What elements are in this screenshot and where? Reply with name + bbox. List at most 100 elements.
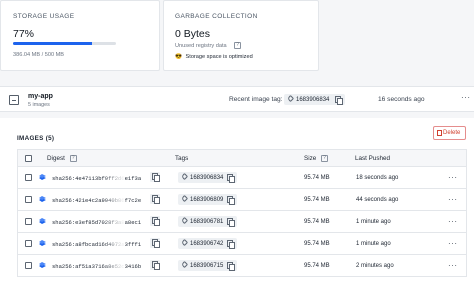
- row-more-options-icon[interactable]: ···: [448, 196, 458, 204]
- digest-fade: [103, 261, 125, 270]
- image-row[interactable]: sha256:af51a3716a8e52c3416b 1683906715 95.…: [17, 255, 467, 277]
- image-layers-icon: [39, 240, 46, 246]
- image-digest: sha256:4e47113bf9ff2d6e1f3a: [52, 175, 142, 182]
- copy-icon: [152, 239, 160, 248]
- copy-tag-icon[interactable]: [227, 240, 236, 249]
- recent-tag-label: Recent image tag:: [229, 96, 283, 103]
- garbage-status: Storage space is optimized: [185, 54, 253, 60]
- image-row[interactable]: sha256:a8fbcad16d4072a3fff1 1683906742 95.…: [17, 233, 467, 255]
- tag-icon: [180, 239, 189, 247]
- image-layers-icon: [39, 196, 46, 202]
- image-layers-icon: [39, 262, 46, 268]
- column-size-label: Size: [304, 155, 317, 163]
- image-tag-chip: 1683906742: [178, 238, 238, 249]
- size-help-icon[interactable]: ?: [321, 155, 328, 162]
- row-checkbox[interactable]: [25, 240, 32, 247]
- digest-fade: [103, 239, 125, 248]
- tag-icon: [286, 95, 295, 103]
- copy-digest-button[interactable]: [150, 172, 160, 182]
- storage-usage-label: STORAGE USAGE: [13, 13, 75, 20]
- image-tag-chip: 1683906781: [178, 216, 238, 227]
- digest-fade: [103, 217, 125, 226]
- image-digest: sha256:421e4c2a9940b86f7c2e: [52, 197, 142, 204]
- row-more-options-icon[interactable]: ···: [448, 240, 458, 248]
- image-tag: 1683906742: [190, 241, 224, 248]
- row-checkbox[interactable]: [25, 262, 32, 269]
- image-row[interactable]: sha256:e3ef85d7028f3a8a8ec1 1683906781 95.…: [17, 211, 467, 233]
- storage-progress-fill: [13, 42, 93, 45]
- help-icon[interactable]: ?: [234, 42, 242, 49]
- digest-help-icon[interactable]: ?: [69, 155, 77, 162]
- recent-tag-time: 16 seconds ago: [378, 96, 425, 103]
- column-digest: Digest ?: [47, 155, 77, 162]
- delete-button[interactable]: Delete: [433, 126, 466, 140]
- column-size: Size ?: [304, 155, 328, 162]
- image-tag: 1683906809: [190, 197, 224, 204]
- image-layers-icon: [39, 218, 46, 224]
- image-digest: sha256:a8fbcad16d4072a3fff1: [52, 241, 142, 248]
- copy-digest-button[interactable]: [150, 238, 160, 248]
- images-table-header: Digest ? Tags Size ? Last Pushed: [17, 149, 467, 167]
- copy-icon: [152, 195, 160, 204]
- image-digest: sha256:af51a3716a8e52c3416b: [52, 263, 142, 270]
- garbage-status-row: 😎 Storage space is optimized: [175, 54, 253, 60]
- select-all-checkbox[interactable]: [25, 155, 32, 162]
- repo-name[interactable]: my-app: [28, 93, 53, 100]
- storage-progress-bar: [13, 42, 116, 45]
- delete-label: Delete: [443, 130, 461, 136]
- garbage-collection-card: GARBAGE COLLECTION 0 Bytes Unused regist…: [163, 0, 319, 71]
- images-title: IMAGES (5): [17, 135, 55, 142]
- garbage-collection-label: GARBAGE COLLECTION: [175, 13, 258, 20]
- storage-usage-detail: 386.04 MB / 500 MB: [13, 52, 64, 58]
- image-last-pushed: 1 minute ago: [356, 241, 391, 247]
- image-tag: 1683906781: [190, 219, 224, 226]
- recent-tag-chip: 1683906834: [284, 94, 346, 105]
- image-last-pushed: 2 minutes ago: [356, 263, 394, 269]
- image-tag-chip: 1683906834: [178, 172, 238, 183]
- column-last-pushed: Last Pushed: [355, 155, 391, 162]
- image-size: 95.74 MB: [304, 219, 330, 225]
- image-last-pushed: 18 seconds ago: [356, 175, 399, 181]
- copy-digest-button[interactable]: [150, 216, 160, 226]
- recent-tag-value: 1683906834: [296, 97, 330, 104]
- garbage-subtitle: Unused registry data: [175, 42, 227, 49]
- image-tag-chip: 1683906715: [178, 260, 238, 271]
- repo-more-options-icon[interactable]: ···: [461, 94, 471, 102]
- tag-icon: [180, 261, 189, 269]
- image-size: 95.74 MB: [304, 197, 330, 203]
- tag-icon: [180, 173, 189, 181]
- column-tags: Tags: [175, 155, 189, 162]
- row-more-options-icon[interactable]: ···: [448, 218, 458, 226]
- trash-icon: [437, 130, 442, 136]
- image-row[interactable]: sha256:421e4c2a9940b86f7c2e 1683906809 95.…: [17, 189, 467, 211]
- image-digest: sha256:e3ef85d7028f3a8a8ec1: [52, 219, 142, 226]
- image-row[interactable]: sha256:4e47113bf9ff2d6e1f3a 1683906834 95.…: [17, 167, 467, 189]
- repository-row[interactable]: my-app 5 images Recent image tag: 168390…: [0, 86, 474, 112]
- row-more-options-icon[interactable]: ···: [448, 174, 458, 182]
- tag-icon: [180, 195, 189, 203]
- collapse-toggle[interactable]: [9, 95, 19, 105]
- copy-digest-button[interactable]: [150, 194, 160, 204]
- copy-tag-icon[interactable]: [227, 262, 236, 271]
- row-checkbox[interactable]: [25, 174, 32, 181]
- tag-icon: [180, 217, 189, 225]
- garbage-amount: 0 Bytes: [175, 28, 211, 40]
- garbage-subtitle-row: Unused registry data ?: [175, 42, 242, 49]
- row-checkbox[interactable]: [25, 218, 32, 225]
- digest-fade: [103, 195, 125, 204]
- row-more-options-icon[interactable]: ···: [448, 262, 458, 270]
- image-size: 95.74 MB: [304, 263, 330, 269]
- copy-digest-button[interactable]: [150, 260, 160, 270]
- image-size: 95.74 MB: [304, 241, 330, 247]
- row-checkbox[interactable]: [25, 196, 32, 203]
- copy-tag-icon[interactable]: [227, 196, 236, 205]
- repo-image-count: 5 images: [28, 102, 50, 108]
- image-layers-icon: [39, 174, 46, 180]
- copy-tag-icon[interactable]: [227, 174, 236, 183]
- copy-tag-icon[interactable]: [227, 218, 236, 227]
- column-digest-label: Digest: [47, 155, 65, 163]
- copy-icon: [152, 173, 160, 182]
- image-tag-chip: 1683906809: [178, 194, 238, 205]
- image-tag: 1683906715: [190, 263, 224, 270]
- copy-icon[interactable]: [335, 96, 344, 105]
